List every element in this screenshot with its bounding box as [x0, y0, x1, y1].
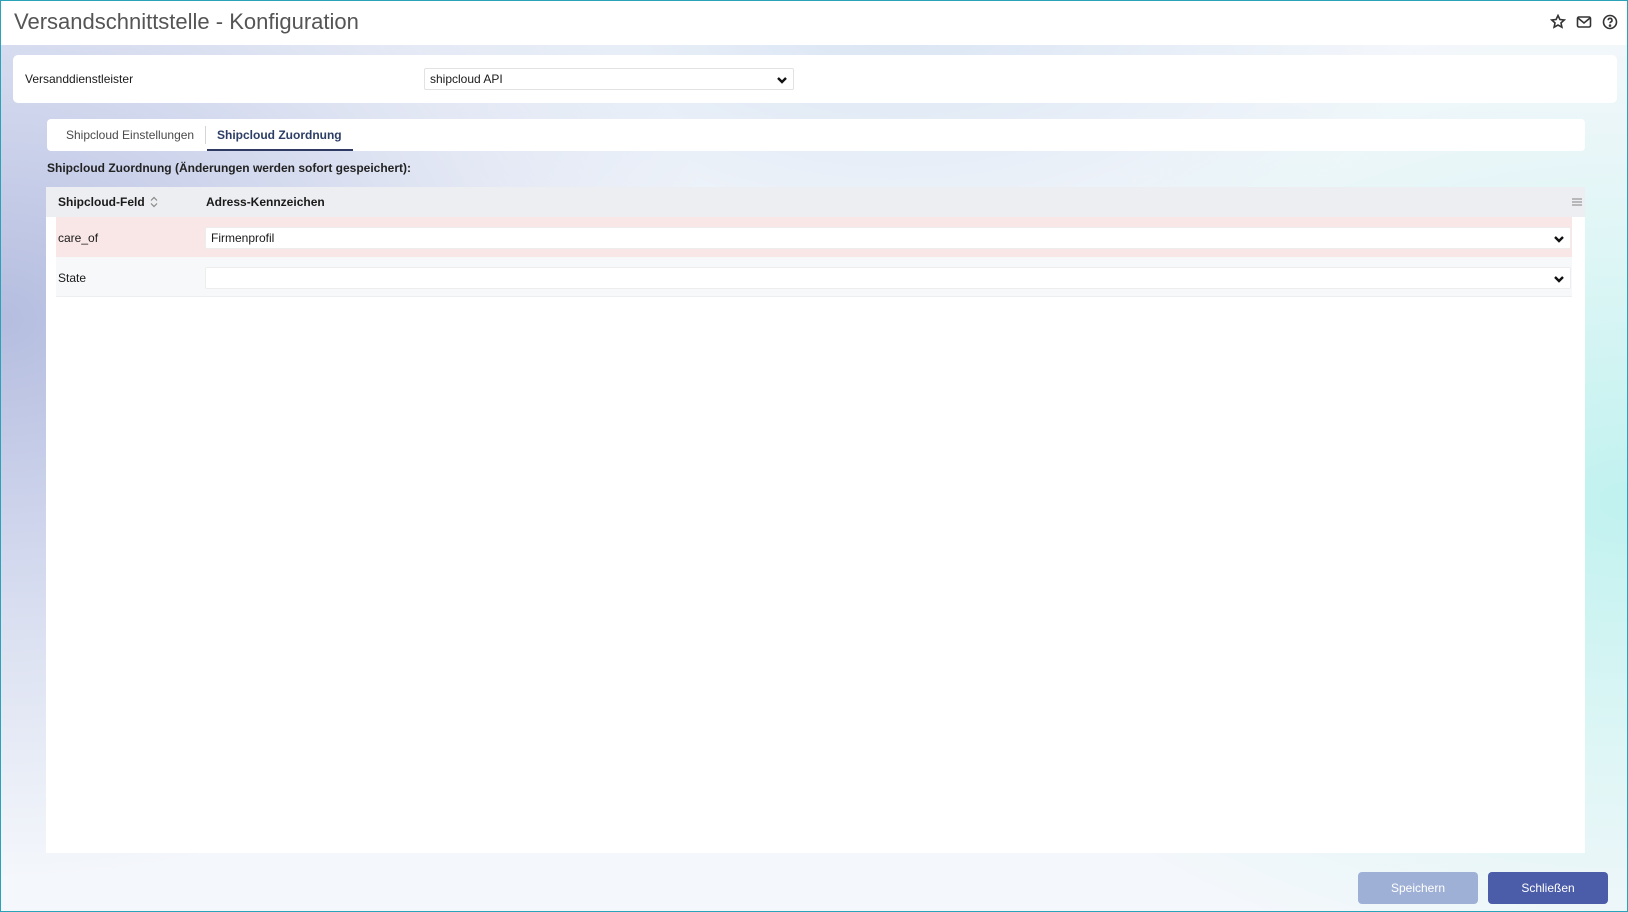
mail-icon[interactable] [1575, 13, 1593, 31]
help-icon[interactable] [1601, 13, 1619, 31]
address-select-value: Firmenprofil [211, 231, 275, 245]
sort-icon[interactable] [149, 196, 159, 208]
provider-select[interactable]: shipcloud API [424, 68, 794, 90]
title-bar: Versandschnittstelle - Konfiguration [1, 1, 1627, 45]
close-button[interactable]: Schließen [1488, 872, 1608, 904]
active-tab-indicator [207, 149, 353, 151]
star-icon[interactable] [1549, 13, 1567, 31]
column-header-label: Shipcloud-Feld [58, 195, 145, 209]
mapping-grid: Shipcloud-Feld Adress-Kennzeichen care_o… [46, 187, 1585, 853]
field-name: State [58, 271, 87, 285]
save-button[interactable]: Speichern [1358, 872, 1478, 904]
column-header-adress-kennzeichen[interactable]: Adress-Kennzeichen [206, 195, 325, 209]
field-name: care_of [58, 231, 99, 245]
title-actions [1549, 13, 1619, 31]
table-row: care_of Firmenprofil [56, 217, 1572, 257]
address-select[interactable]: Firmenprofil [205, 227, 1571, 249]
grid-header: Shipcloud-Feld Adress-Kennzeichen [46, 187, 1585, 217]
tab-shipcloud-zuordnung[interactable]: Shipcloud Zuordnung [217, 128, 342, 142]
chevron-down-icon [776, 74, 788, 86]
provider-select-value: shipcloud API [430, 72, 503, 86]
table-row: State [56, 257, 1572, 297]
chevron-down-icon [1553, 233, 1565, 245]
tab-divider [205, 126, 206, 144]
tab-bar: Shipcloud Einstellungen Shipcloud Zuordn… [47, 119, 1585, 151]
column-header-shipcloud-feld[interactable]: Shipcloud-Feld [58, 195, 159, 209]
provider-label: Versanddienstleister [25, 72, 134, 86]
tab-shipcloud-einstellungen[interactable]: Shipcloud Einstellungen [66, 128, 194, 142]
page-title: Versandschnittstelle - Konfiguration [14, 9, 359, 34]
section-heading: Shipcloud Zuordnung (Änderungen werden s… [47, 161, 411, 175]
address-select[interactable] [205, 267, 1571, 289]
hamburger-menu-icon[interactable] [1571, 196, 1583, 208]
provider-panel: Versanddienstleister shipcloud API [13, 55, 1617, 103]
chevron-down-icon [1553, 273, 1565, 285]
